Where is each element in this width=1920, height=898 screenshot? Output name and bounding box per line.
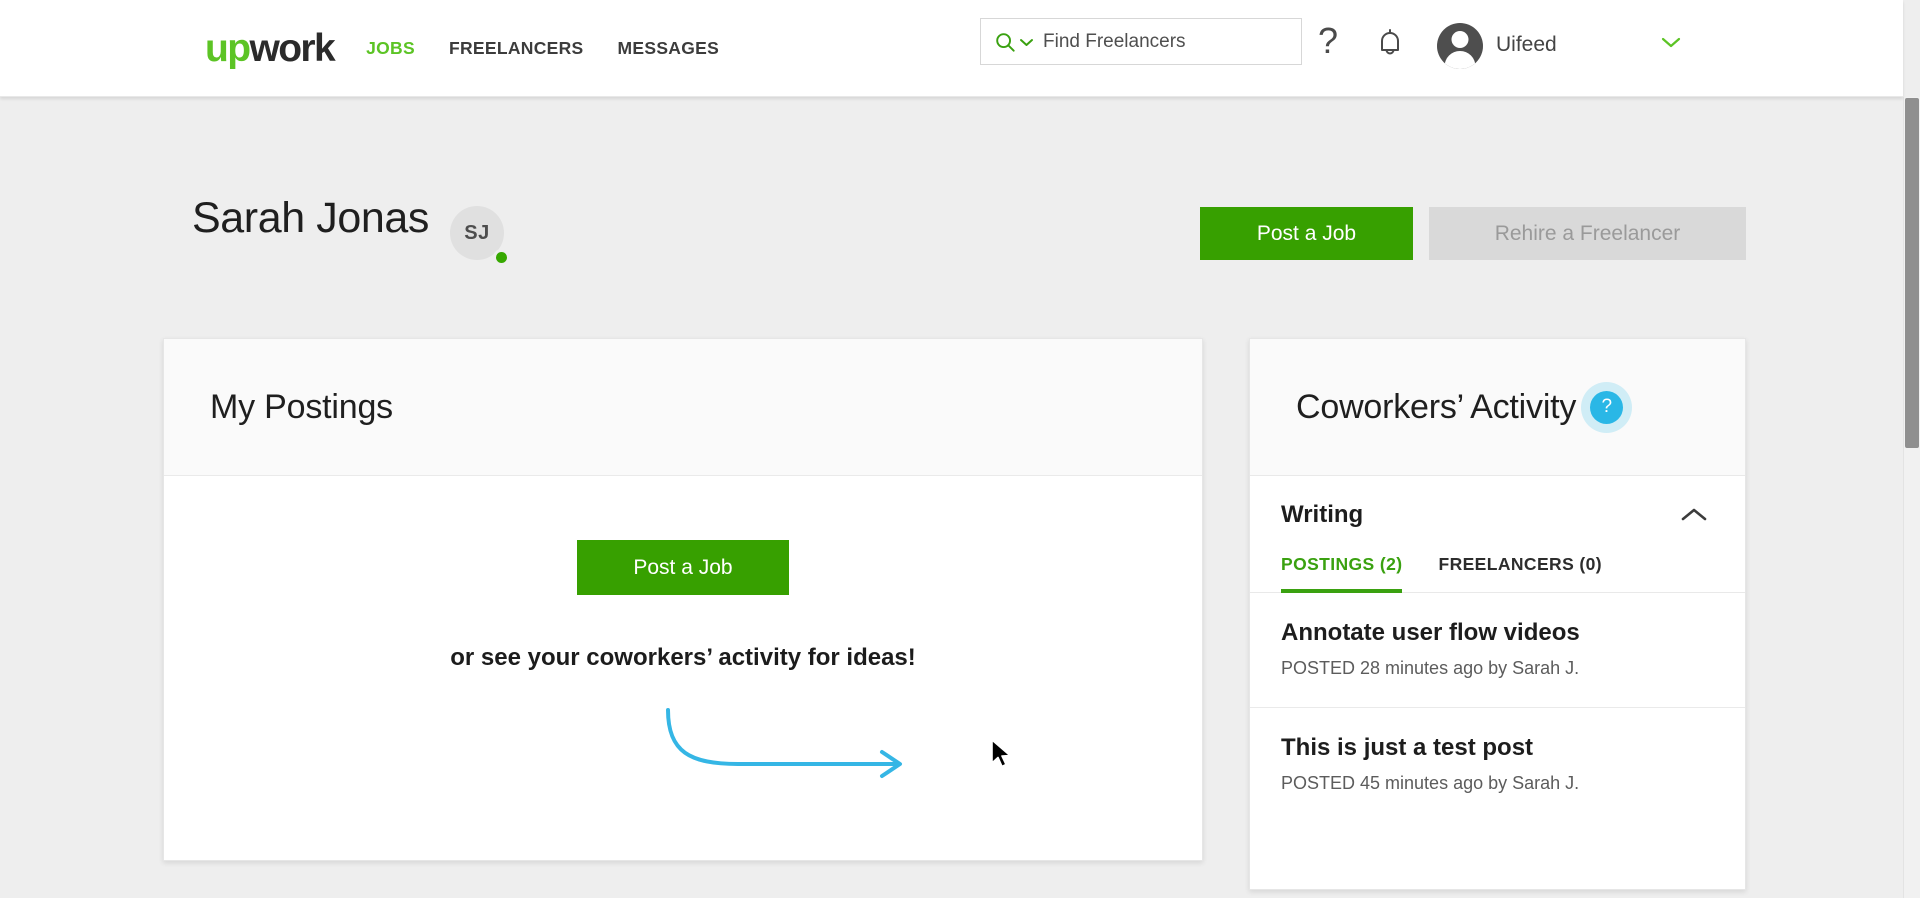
search-input[interactable]: Find Freelancers [1043, 31, 1186, 53]
activity-tabs: POSTINGS (2) FREELANCERS (0) [1250, 554, 1745, 593]
chevron-down-icon[interactable] [1019, 37, 1034, 47]
posting-title: Annotate user flow videos [1281, 619, 1580, 646]
chevron-down-icon[interactable] [1660, 36, 1682, 49]
search-icon [996, 32, 1015, 52]
posting-title: This is just a test post [1281, 734, 1534, 761]
activity-section-writing[interactable]: Writing [1250, 476, 1745, 554]
posting-meta: POSTED 28 minutes ago by Sarah J. [1281, 658, 1580, 678]
bell-icon[interactable] [1375, 27, 1405, 61]
my-postings-empty-state: Post a Job or see your coworkers’ activi… [164, 476, 1202, 862]
tab-freelancers[interactable]: FREELANCERS (0) [1438, 554, 1602, 593]
question-mark-icon[interactable]: ? [1318, 23, 1338, 59]
online-status-dot [493, 249, 510, 266]
post-a-job-button[interactable]: Post a Job [1200, 207, 1413, 260]
top-navigation-bar: up work JOBS FREELANCERS MESSAGES Find Fr… [0, 0, 1903, 97]
page-header: Sarah Jonas SJ Post a Job Rehire a Freel… [0, 194, 1903, 280]
chevron-up-icon[interactable] [1679, 506, 1709, 524]
avatar-head [1451, 31, 1469, 48]
my-postings-title: My Postings [210, 387, 393, 426]
nav-link-jobs[interactable]: JOBS [366, 38, 415, 59]
post-a-job-button-empty-state[interactable]: Post a Job [577, 540, 789, 595]
logo-work-text: work [249, 26, 335, 70]
user-name-label[interactable]: Uifeed [1496, 33, 1557, 57]
list-item[interactable]: This is just a test post POSTED 45 minut… [1250, 708, 1745, 822]
avatar-body [1444, 51, 1476, 69]
my-postings-card-header: My Postings [164, 339, 1202, 476]
section-title-writing: Writing [1281, 501, 1364, 528]
posting-meta: POSTED 45 minutes ago by Sarah J. [1281, 773, 1580, 793]
search-box[interactable]: Find Freelancers [980, 18, 1302, 65]
upwork-logo[interactable]: up work [205, 26, 336, 70]
primary-nav-links: JOBS FREELANCERS MESSAGES [366, 38, 719, 59]
logo-up-text: up [205, 26, 251, 70]
user-initials-avatar: SJ [450, 206, 510, 266]
nav-link-messages[interactable]: MESSAGES [618, 38, 720, 59]
tab-postings[interactable]: POSTINGS (2) [1281, 554, 1403, 593]
nav-link-freelancers[interactable]: FREELANCERS [449, 38, 584, 59]
empty-state-text: or see your coworkers’ activity for idea… [450, 644, 916, 671]
list-item[interactable]: Annotate user flow videos POSTED 28 minu… [1250, 593, 1745, 708]
coworkers-activity-title: Coworkers’ Activity [1296, 387, 1577, 426]
help-badge-icon[interactable]: ? [1590, 390, 1624, 424]
avatar[interactable] [1437, 23, 1483, 69]
rehire-a-freelancer-button: Rehire a Freelancer [1429, 207, 1746, 260]
page-title: Sarah Jonas [192, 194, 430, 242]
coworkers-activity-card: Coworkers’ Activity ? Writing POSTINGS (… [1249, 338, 1746, 890]
curved-arrow-right-icon [666, 708, 902, 778]
coworkers-activity-card-header: Coworkers’ Activity ? [1250, 339, 1745, 476]
vertical-scrollbar-thumb[interactable] [1905, 98, 1919, 448]
